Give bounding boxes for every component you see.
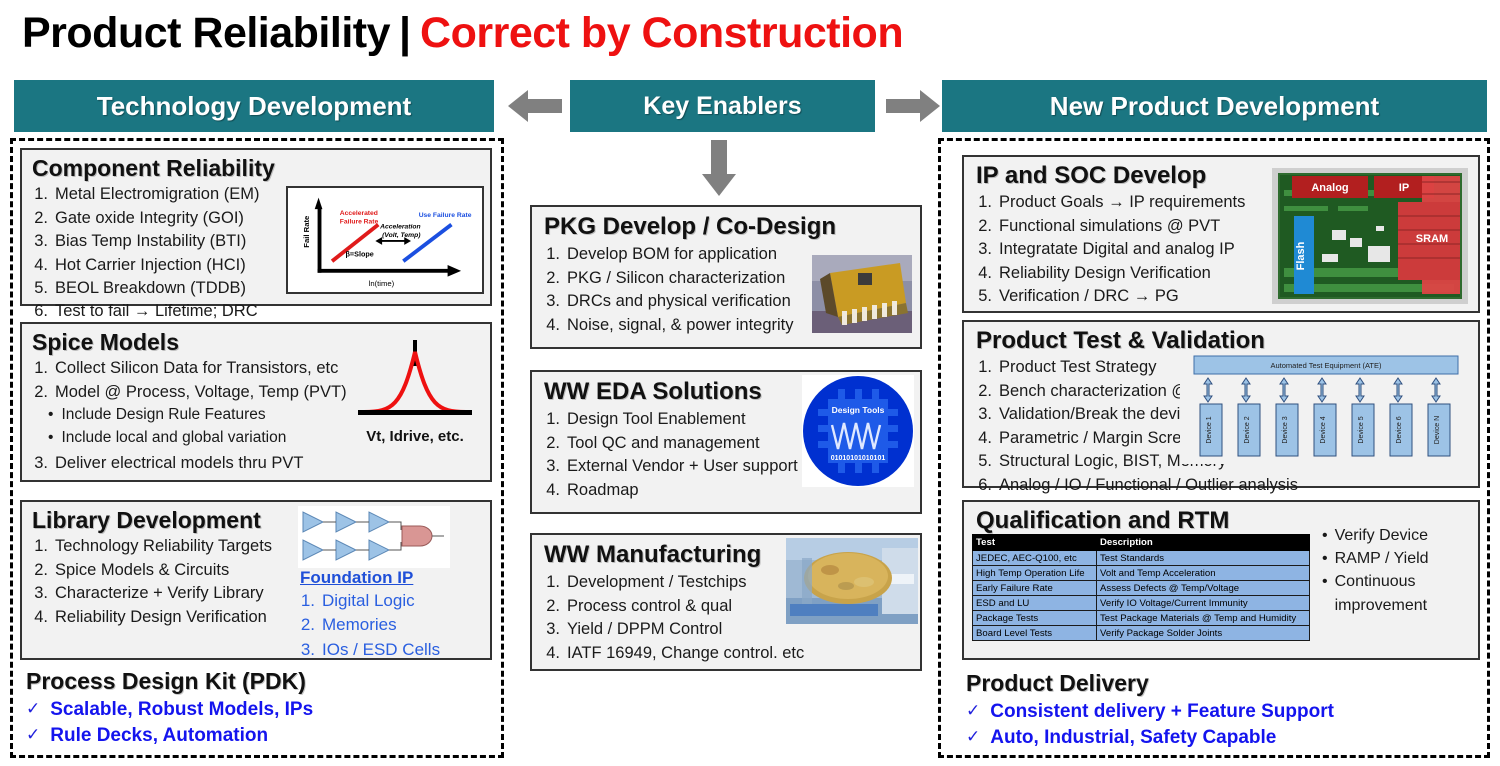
cell-description: Test Package Materials @ Temp and Humidi…	[1096, 610, 1310, 626]
wafer-photo	[786, 538, 918, 624]
title-separator: |	[399, 8, 412, 57]
list-item: 3. IOs / ESD Cells	[300, 639, 441, 659]
svg-text:Flash: Flash	[1295, 241, 1307, 270]
svg-text:ln(time): ln(time)	[369, 279, 395, 288]
title-main-text: Product Reliability	[22, 8, 391, 57]
header-technology-development[interactable]: Technology Development	[14, 80, 494, 132]
cell-description: Test Standards	[1096, 550, 1310, 566]
package-photo	[812, 255, 912, 333]
qualification-table: Test Description JEDEC, AEC-Q100, etc Te…	[972, 534, 1310, 641]
header-key-enablers[interactable]: Key Enablers	[570, 80, 875, 132]
svg-text:Device 2: Device 2	[1244, 416, 1251, 443]
list-item: ✓ Rule Decks, Automation	[26, 723, 496, 749]
cell-description: Assess Defects @ Temp/Voltage	[1096, 580, 1310, 596]
panel-title: PKG Develop / Co-Design	[544, 213, 837, 240]
svg-text:Use Failure Rate: Use Failure Rate	[419, 212, 472, 219]
list-item: 2. Memories	[300, 615, 397, 635]
column-header-test: Test	[972, 534, 1097, 551]
list-item: 6. Analog / IO / Functional / Outlier ana…	[978, 475, 1298, 494]
gaussian-distribution-chart	[350, 336, 480, 432]
buffer-chain-diagram	[298, 506, 450, 568]
svg-text:Device 3: Device 3	[1282, 416, 1289, 443]
list-item: • RAMP / Yield	[1322, 550, 1429, 568]
panel-title: Component Reliability	[32, 155, 275, 181]
svg-text:SRAM: SRAM	[1416, 233, 1448, 245]
list-item: 1. Digital Logic	[300, 591, 415, 610]
title-accent-text: Correct by Construction	[420, 8, 904, 57]
cell-test: ESD and LU	[972, 595, 1097, 611]
table-row: High Temp Operation Life Volt and Temp A…	[972, 565, 1310, 581]
header-new-product-development[interactable]: New Product Development	[942, 80, 1487, 132]
cell-description: Verify IO Voltage/Current Immunity	[1096, 595, 1310, 611]
svg-text:(Volt, Temp): (Volt, Temp)	[382, 232, 421, 239]
svg-text:Device 6: Device 6	[1396, 416, 1403, 443]
list-item: ✓ Consistent delivery + Feature Support	[966, 699, 1486, 725]
table-header-row: Test Description	[972, 534, 1310, 551]
arrow-left-icon	[508, 90, 562, 122]
svg-text:IP: IP	[1399, 182, 1409, 194]
cell-description: Volt and Temp Acceleration	[1096, 565, 1310, 581]
svg-text:Device N: Device N	[1434, 416, 1441, 444]
table-row: JEDEC, AEC-Q100, etc Test Standards	[972, 550, 1310, 566]
qualification-bullets: • Verify Device • RAMP / Yield • Continuous…	[1322, 524, 1472, 617]
arrow-down-icon	[702, 140, 736, 196]
column-header-description: Description	[1096, 534, 1310, 551]
table-row: Early Failure Rate Assess Defects @ Temp…	[972, 580, 1310, 596]
foundation-ip-block: Foundation IP 1. Digital Logic 2. Memories…	[300, 568, 485, 662]
arrow-right-icon	[886, 90, 940, 122]
svg-text:Device 5: Device 5	[1358, 416, 1365, 443]
svg-text:Analog: Analog	[1311, 182, 1348, 194]
list-item: • Verify Device	[1322, 527, 1428, 544]
cell-test: High Temp Operation Life	[972, 565, 1097, 581]
cell-test: Early Failure Rate	[972, 580, 1097, 596]
pdk-list: ✓ Scalable, Robust Models, IPs ✓ Rule Deck…	[26, 697, 496, 749]
list-item: 3. Deliver electrical models thru PVT	[34, 454, 304, 473]
svg-text:Automated Test Equipment (ATE): Automated Test Equipment (ATE)	[1270, 361, 1382, 370]
spice-figure-caption: Vt, Idrive, etc.	[366, 428, 464, 445]
cell-test: Board Level Tests	[972, 625, 1097, 641]
cell-description: Verify Package Solder Joints	[1096, 625, 1310, 641]
soc-die-floorplan: Analog IP SRAM Flash	[1272, 168, 1468, 304]
cell-test: JEDEC, AEC-Q100, etc	[972, 550, 1097, 566]
process-design-kit-block: Process Design Kit (PDK) ✓ Scalable, Robu…	[26, 668, 496, 749]
list-item: 6. Test to fail → Lifetime; DRC	[34, 302, 258, 321]
page-title: Product Reliability | Correct by Constru…	[0, 2, 1500, 64]
svg-text:Accelerated: Accelerated	[340, 210, 378, 217]
check-icon: ✓	[26, 725, 41, 745]
check-icon: ✓	[966, 701, 981, 720]
fail-rate-chart: Fail Rate Accelerated Failure Rate Accel…	[286, 186, 484, 294]
design-tools-chip-icon: Design Tools 01010101010101	[802, 375, 914, 487]
table-row: Board Level Tests Verify Package Solder …	[972, 625, 1310, 641]
table-row: Package Tests Test Package Materials @ T…	[972, 610, 1310, 626]
svg-text:Acceleration: Acceleration	[379, 223, 420, 230]
svg-text:Failure Rate: Failure Rate	[340, 219, 379, 226]
table-row: ESD and LU Verify IO Voltage/Current Imm…	[972, 595, 1310, 611]
product-delivery-title: Product Delivery	[966, 670, 1149, 696]
ate-diagram: Automated Test Equipment (ATE) Device 1 …	[1180, 352, 1472, 464]
svg-text:Device 4: Device 4	[1320, 416, 1327, 443]
foundation-ip-title: Foundation IP	[300, 568, 414, 587]
check-icon: ✓	[966, 727, 981, 747]
list-item: ✓ Auto, Industrial, Safety Capable	[966, 725, 1486, 751]
list-item: • Continuous improvement	[1322, 573, 1428, 614]
svg-text:Fail Rate: Fail Rate	[302, 215, 311, 248]
svg-text:Device 1: Device 1	[1206, 416, 1213, 443]
list-item: 4. IATF 16949, Change control. etc	[546, 643, 805, 662]
spice-models-list-cont: 3. Deliver electrical models thru PVT	[32, 452, 490, 475]
pdk-title: Process Design Kit (PDK)	[26, 668, 306, 694]
svg-text:01010101010101: 01010101010101	[831, 455, 886, 462]
product-delivery-block: Product Delivery ✓ Consistent delivery + …	[966, 670, 1486, 751]
list-item: ✓ Scalable, Robust Models, IPs	[26, 697, 496, 723]
check-icon: ✓	[26, 699, 41, 718]
panel-title: Product Test & Validation	[976, 327, 1265, 354]
foundation-ip-list: 1. Digital Logic 2. Memories 3. IOs / ESD C…	[300, 589, 485, 662]
svg-text:Design Tools: Design Tools	[832, 405, 885, 415]
svg-text:β=Slope: β=Slope	[346, 249, 374, 258]
product-delivery-list: ✓ Consistent delivery + Feature Support ✓…	[966, 699, 1486, 751]
cell-test: Package Tests	[972, 610, 1097, 626]
